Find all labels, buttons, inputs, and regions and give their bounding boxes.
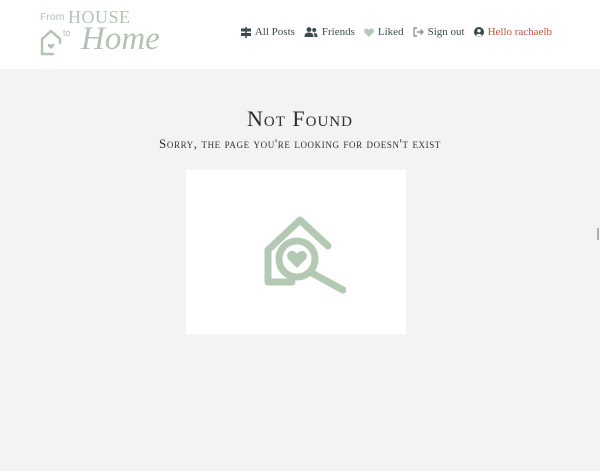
- nav-sign-out[interactable]: Sign out: [412, 26, 465, 38]
- nav-friends[interactable]: Friends: [304, 26, 355, 38]
- heart-icon: [364, 28, 374, 37]
- site-logo[interactable]: From HOUSE to Home: [39, 7, 160, 60]
- page-subtitle: Sorry, the page you're looking for doesn…: [159, 136, 441, 151]
- signpost-icon: [240, 26, 251, 38]
- sign-out-icon: [412, 27, 424, 37]
- house-heart-icon: [40, 29, 62, 56]
- nav-all-posts-label: All Posts: [254, 26, 295, 38]
- nav-all-posts[interactable]: All Posts: [240, 26, 295, 38]
- navbar: From HOUSE to Home All Posts Friends Lik…: [0, 0, 600, 69]
- nav-sign-out-label: Sign out: [427, 26, 465, 38]
- logo-to-text: to: [63, 28, 71, 38]
- user-circle-icon: [473, 27, 484, 37]
- nav-liked-label: Liked: [377, 26, 404, 38]
- nav-liked[interactable]: Liked: [364, 26, 404, 38]
- users-icon: [304, 27, 318, 37]
- logo-from-text: From: [40, 11, 65, 23]
- nav-user-greeting[interactable]: Hello rachaelb: [473, 26, 552, 38]
- nav-user-greeting-label: Hello rachaelb: [487, 26, 552, 38]
- nav-friends-label: Friends: [321, 26, 355, 38]
- page-title: Not Found: [247, 106, 353, 131]
- logo-home-text: Home: [81, 21, 160, 57]
- scrollbar-indicator[interactable]: [597, 228, 599, 240]
- main-nav: All Posts Friends Liked Sign out Hello r…: [232, 26, 552, 38]
- not-found-image: [186, 170, 406, 334]
- house-search-icon: [264, 216, 346, 294]
